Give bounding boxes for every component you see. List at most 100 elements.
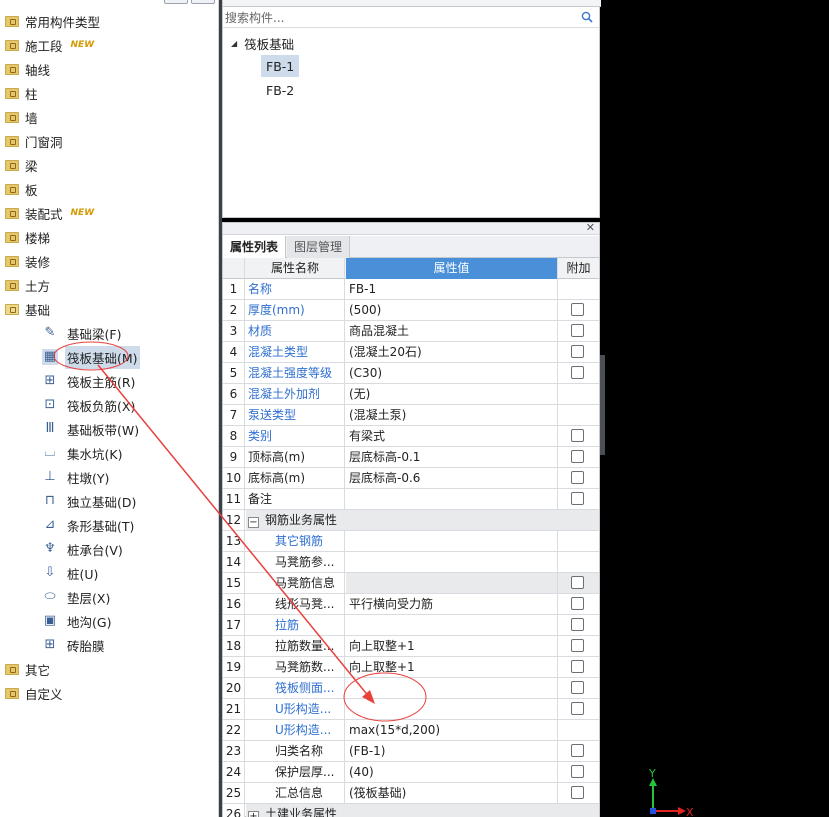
property-row[interactable]: 9 顶标高(m) 层底标高-0.1 (223, 447, 599, 468)
collapse-icon[interactable]: − (248, 517, 259, 528)
extra-checkbox[interactable] (571, 702, 584, 715)
property-row[interactable]: 10 底标高(m) 层底标高-0.6 (223, 468, 599, 489)
property-value[interactable]: 向上取整+1 (346, 636, 558, 656)
property-row[interactable]: 20 筏板侧面... (223, 678, 599, 699)
tree-item[interactable]: ▦ 筏板基础(M) (42, 345, 140, 369)
extra-checkbox[interactable] (571, 345, 584, 358)
extra-checkbox[interactable] (571, 324, 584, 337)
tree-category[interactable]: 其它 (0, 657, 50, 681)
tree-item[interactable]: ✎ 基础梁(F) (42, 321, 123, 345)
property-value[interactable]: (混凝土泵) (346, 405, 558, 425)
component-item-fb-2[interactable]: FB-2 (261, 79, 299, 101)
search-input[interactable] (225, 10, 575, 25)
extra-checkbox[interactable] (571, 366, 584, 379)
extra-checkbox[interactable] (571, 681, 584, 694)
property-value[interactable]: 层底标高-0.6 (346, 468, 558, 488)
splitter-handle[interactable] (600, 355, 605, 455)
property-group-row[interactable]: 12− 钢筋业务属性 (223, 510, 599, 531)
component-group[interactable]: ◢ 筏板基础 (231, 33, 294, 53)
tree-item[interactable]: ⇩ 桩(U) (42, 561, 100, 585)
tree-category[interactable]: 轴线 (0, 57, 50, 81)
extra-checkbox[interactable] (571, 786, 584, 799)
property-row[interactable]: 18 拉筋数量... 向上取整+1 (223, 636, 599, 657)
tree-category[interactable]: 装修 (0, 249, 50, 273)
tree-category[interactable]: 土方 (0, 273, 50, 297)
property-row[interactable]: 24 保护层厚... (40) (223, 762, 599, 783)
property-row[interactable]: 1 名称 FB-1 (223, 279, 599, 300)
tree-category[interactable]: 施工段 NEW (0, 33, 94, 57)
extra-checkbox[interactable] (571, 639, 584, 652)
tree-item[interactable]: ⊞ 筏板主筋(R) (42, 369, 137, 393)
property-value[interactable]: (筏板基础) (346, 783, 558, 803)
property-row[interactable]: 3 材质 商品混凝土 (223, 321, 599, 342)
tree-category[interactable]: 梁 (0, 153, 38, 177)
tree-toolbar-button[interactable] (164, 0, 188, 4)
extra-checkbox[interactable] (571, 597, 584, 610)
property-row[interactable]: 2 厚度(mm) (500) (223, 300, 599, 321)
extra-checkbox[interactable] (571, 618, 584, 631)
tree-toolbar-button[interactable] (191, 0, 215, 4)
property-value[interactable]: 有梁式 (346, 426, 558, 446)
collapse-triangle-icon[interactable]: ◢ (231, 39, 237, 48)
property-row[interactable]: 16 线形马凳... 平行横向受力筋 (223, 594, 599, 615)
property-row[interactable]: 21 U形构造... (223, 699, 599, 720)
tab-property-list[interactable]: 属性列表 (223, 236, 287, 258)
property-row[interactable]: 25 汇总信息 (筏板基础) (223, 783, 599, 804)
property-value[interactable] (346, 573, 558, 593)
property-row[interactable]: 7 泵送类型 (混凝土泵) (223, 405, 599, 426)
tree-category[interactable]: 板 (0, 177, 38, 201)
tree-item[interactable]: ⊞ 砖胎膜 (42, 633, 107, 657)
property-value[interactable]: (40) (346, 762, 558, 782)
extra-checkbox[interactable] (571, 576, 584, 589)
tree-category[interactable]: 常用构件类型 (0, 9, 100, 33)
property-row[interactable]: 4 混凝土类型 (混凝土20石) (223, 342, 599, 363)
property-value[interactable] (346, 699, 558, 719)
property-value[interactable] (346, 678, 558, 698)
tree-item[interactable]: ⊥ 柱墩(Y) (42, 465, 111, 489)
tree-category[interactable]: 装配式 NEW (0, 201, 94, 225)
property-row[interactable]: 17 拉筋 (223, 615, 599, 636)
tab-layer-management[interactable]: 图层管理 (287, 236, 351, 258)
property-row[interactable]: 14 马凳筋参... (223, 552, 599, 573)
property-value[interactable]: 向上取整+1 (346, 657, 558, 677)
tree-category[interactable]: 自定义 (0, 681, 63, 705)
tree-item[interactable]: ⊿ 条形基础(T) (42, 513, 136, 537)
tree-category[interactable]: 墙 (0, 105, 38, 129)
component-item-fb-1[interactable]: FB-1 (261, 55, 300, 77)
extra-checkbox[interactable] (571, 450, 584, 463)
extra-checkbox[interactable] (571, 765, 584, 778)
property-value[interactable] (346, 531, 558, 551)
component-search[interactable] (223, 8, 599, 28)
extra-checkbox[interactable] (571, 660, 584, 673)
tree-category[interactable]: 门窗洞 (0, 129, 63, 153)
property-row[interactable]: 13 其它钢筋 (223, 531, 599, 552)
property-value[interactable]: max(15*d,200) (346, 720, 558, 740)
tree-category[interactable]: 基础 (0, 297, 50, 321)
property-value[interactable] (346, 489, 558, 509)
tree-category[interactable]: 柱 (0, 81, 38, 105)
property-value[interactable] (346, 552, 558, 572)
property-row[interactable]: 11 备注 (223, 489, 599, 510)
tree-item[interactable]: Ⅲ 基础板带(W) (42, 417, 141, 441)
property-row[interactable]: 22 U形构造... max(15*d,200) (223, 720, 599, 741)
property-value[interactable] (346, 615, 558, 635)
extra-checkbox[interactable] (571, 471, 584, 484)
property-group-row[interactable]: 26 + 土建业务属性 (223, 804, 599, 817)
property-row[interactable]: 15 马凳筋信息 (223, 573, 599, 594)
property-row[interactable]: 5 混凝土强度等级 (C30) (223, 363, 599, 384)
property-value[interactable]: 层底标高-0.1 (346, 447, 558, 467)
expand-icon[interactable]: + (248, 811, 259, 817)
property-row[interactable]: 19 马凳筋数... 向上取整+1 (223, 657, 599, 678)
property-value[interactable]: (500) (346, 300, 558, 320)
property-row[interactable]: 23 归类名称 (FB-1) (223, 741, 599, 762)
property-value[interactable]: (混凝土20石) (346, 342, 558, 362)
tree-item[interactable]: ⌴ 集水坑(K) (42, 441, 124, 465)
extra-checkbox[interactable] (571, 429, 584, 442)
tree-item[interactable]: ⬭ 垫层(X) (42, 585, 112, 609)
property-value[interactable]: 商品混凝土 (346, 321, 558, 341)
close-icon[interactable]: ✕ (586, 221, 595, 234)
tree-category[interactable]: 楼梯 (0, 225, 50, 249)
property-value[interactable]: FB-1 (346, 279, 558, 299)
search-icon[interactable] (581, 11, 593, 23)
tree-item[interactable]: ⊓ 独立基础(D) (42, 489, 138, 513)
